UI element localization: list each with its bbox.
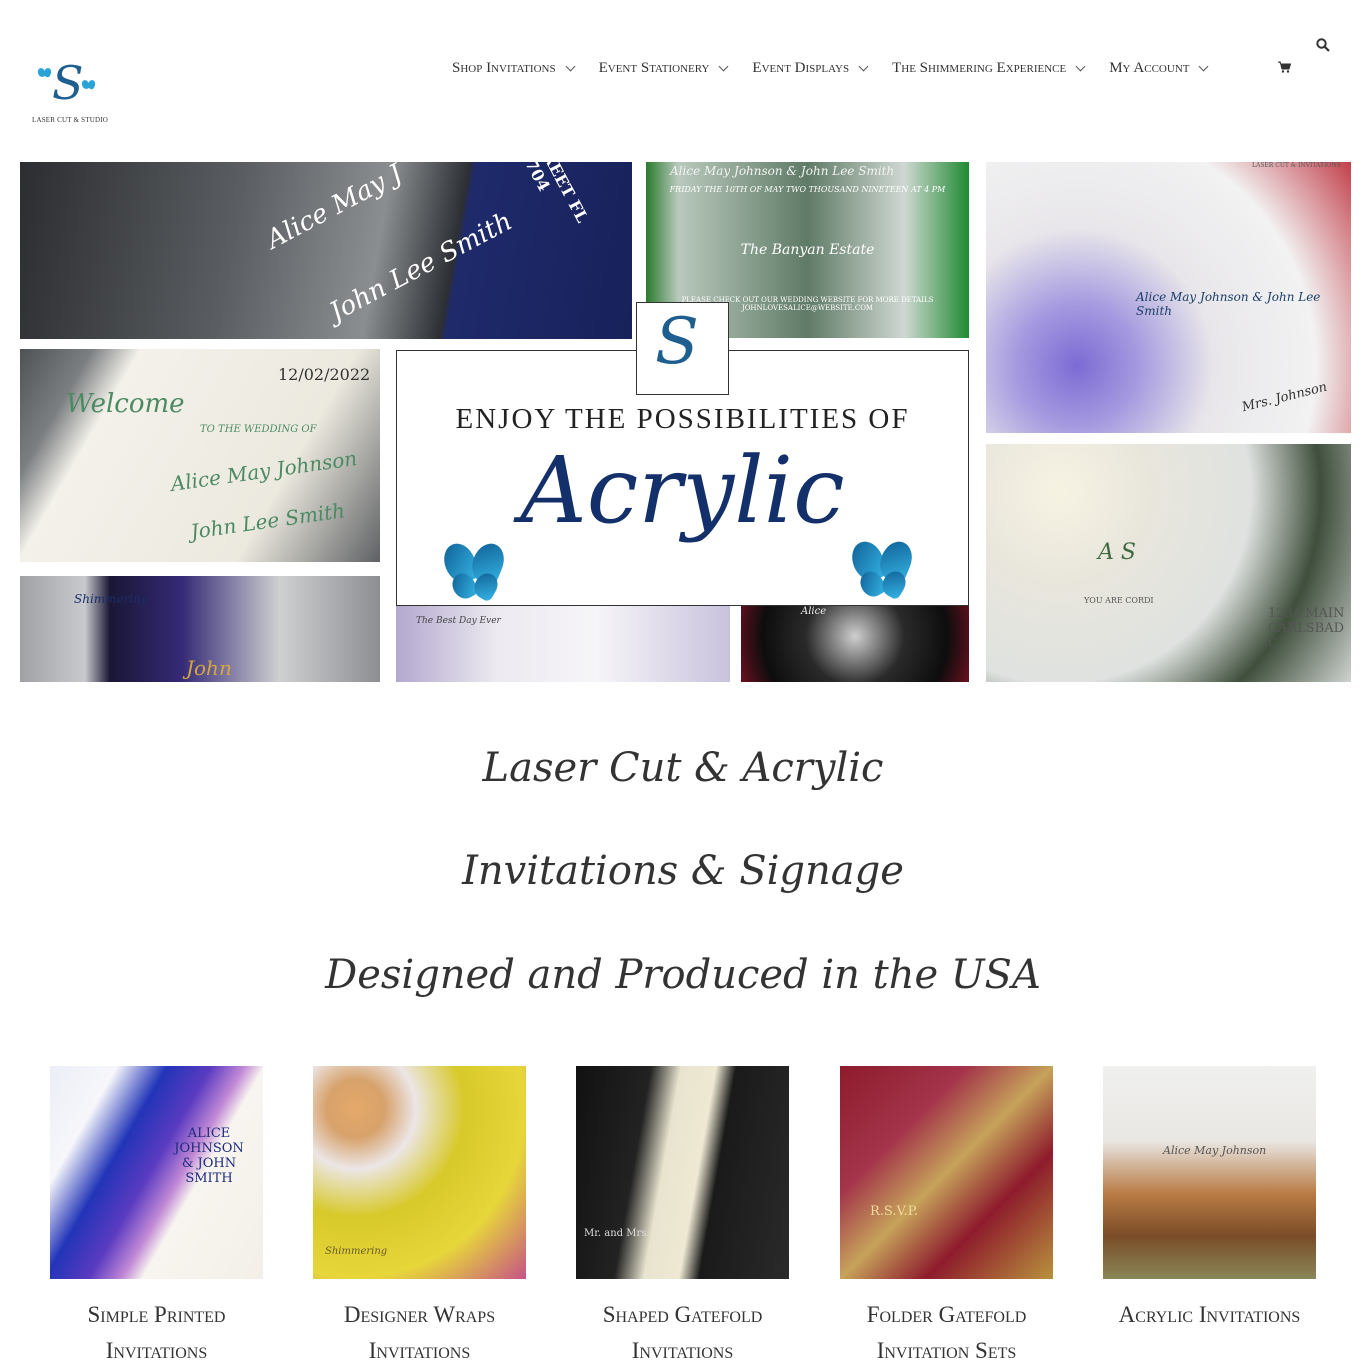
nav-event-displays[interactable]: Event Displays: [752, 59, 869, 77]
butterfly-icon: [80, 79, 97, 92]
collage-image-welcome-sign: Welcome 12/02/2022 TO THE WEDDING OF Ali…: [20, 349, 380, 562]
image-text: TO THE WEDDING OF: [200, 424, 317, 435]
image-text: Mr. and Mrs.: [584, 1228, 650, 1239]
image-text: Alice: [801, 606, 827, 617]
product-link[interactable]: Acrylic Invitations: [1103, 1297, 1316, 1333]
image-text: John Lee Smith: [189, 498, 347, 544]
collage-image-lantern-invitation: LASER CUT & INVITATIONS Alice May Johnso…: [986, 162, 1351, 433]
collage-image-skull-invitation: Alice: [741, 606, 969, 682]
main-navigation: Shop Invitations Event Stationery Event …: [452, 58, 1232, 78]
product-link[interactable]: Shaped Gatefold Invitations: [576, 1297, 789, 1369]
image-text: A S: [1098, 540, 1136, 565]
product-card-simple-printed: ALICE JOHNSON & JOHN SMITH Simple Printe…: [50, 1066, 263, 1369]
product-image[interactable]: R.S.V.P.: [840, 1066, 1053, 1279]
nav-shimmering-experience[interactable]: The Shimmering Experience: [892, 59, 1086, 77]
nav-label: My Account: [1109, 59, 1190, 76]
product-card-shaped-gatefold: Mr. and Mrs. Shaped Gatefold Invitations: [576, 1066, 789, 1369]
search-icon[interactable]: [1316, 38, 1330, 52]
product-card-designer-wraps: Shimmering Designer Wraps Invitations: [313, 1066, 526, 1369]
nav-label: The Shimmering Experience: [892, 59, 1067, 76]
nav-event-stationery[interactable]: Event Stationery: [598, 59, 729, 77]
nav-label: Shop Invitations: [452, 59, 556, 76]
product-card-acrylic: Alice May Johnson Acrylic Invitations: [1103, 1066, 1316, 1333]
image-text: Shimmering: [74, 592, 149, 606]
chevron-down-icon: [858, 61, 869, 71]
product-image[interactable]: Mr. and Mrs.: [576, 1066, 789, 1279]
tagline-made-in-usa: Designed and Produced in the USA: [325, 952, 1041, 998]
product-link[interactable]: Simple Printed Invitations: [50, 1297, 263, 1369]
image-text: John: [186, 656, 232, 680]
nav-label: Event Displays: [752, 59, 850, 76]
hero-logo-badge: S: [636, 302, 729, 395]
cart-icon[interactable]: [1278, 61, 1291, 73]
collage-image-eucalyptus-acrylic: A S YOU ARE CORDI 1234 MAIN CARLSBAD C: [986, 444, 1351, 682]
product-image[interactable]: ALICE JOHNSON & JOHN SMITH: [50, 1066, 263, 1279]
image-text: The Banyan Estate: [740, 242, 875, 258]
image-text: Mrs. Johnson: [1240, 379, 1329, 416]
product-link[interactable]: Folder Gatefold Invitation Sets: [840, 1297, 1053, 1369]
nav-my-account[interactable]: My Account: [1109, 59, 1209, 77]
site-logo[interactable]: S LASER CUT & STUDIO: [30, 56, 108, 126]
image-text: Alice May Johnson & John Lee Smith: [670, 164, 895, 178]
image-text: The Best Day Ever: [416, 616, 501, 626]
logo-monogram: S: [655, 305, 699, 379]
image-text: 12/02/2022: [278, 365, 371, 384]
image-text: ALICE JOHNSON & JOHN SMITH: [174, 1126, 244, 1186]
nav-shop-invitations[interactable]: Shop Invitations: [452, 59, 576, 77]
logo-monogram: S: [52, 56, 84, 110]
image-text: Shimmering: [325, 1246, 388, 1257]
image-text: John Lee Smith: [324, 206, 518, 328]
image-text: YOU ARE CORDI: [1084, 596, 1154, 605]
image-text: STREET FL 98704: [510, 162, 592, 226]
tagline-laser-cut: Laser Cut & Acrylic: [482, 745, 884, 791]
chevron-down-icon: [718, 61, 729, 71]
image-text: Alice May Johnson: [169, 446, 359, 496]
image-text: Welcome: [66, 389, 185, 419]
chevron-down-icon: [1199, 61, 1209, 71]
collage-image-galaxy-invitation: Shimmering John: [20, 576, 380, 682]
image-text: 1234 MAIN CARLSBAD C: [1268, 606, 1345, 651]
image-text: Alice May J: [261, 162, 408, 256]
logo-tagline: LASER CUT & STUDIO: [31, 116, 108, 124]
chevron-down-icon: [1075, 61, 1086, 71]
product-image[interactable]: Shimmering: [313, 1066, 526, 1279]
product-link[interactable]: Designer Wraps Invitations: [313, 1297, 526, 1369]
product-card-folder-gatefold: R.S.V.P. Folder Gatefold Invitation Sets: [840, 1066, 1053, 1369]
butterfly-icon: [438, 538, 510, 603]
image-text: Alice May Johnson & John Lee Smith: [1136, 290, 1321, 318]
butterfly-icon: [36, 67, 53, 80]
chevron-down-icon: [565, 61, 576, 71]
tagline-invitations-signage: Invitations & Signage: [462, 848, 904, 894]
collage-image-starry-acrylic: Alice May J John Lee Smith STREET FL 987…: [20, 162, 632, 339]
butterfly-icon: [846, 536, 918, 601]
hero-acrylic-script: Acrylic: [520, 437, 845, 544]
product-image[interactable]: Alice May Johnson: [1103, 1066, 1316, 1279]
image-text: R.S.V.P.: [870, 1204, 918, 1219]
image-text: LASER CUT & INVITATIONS: [1252, 162, 1341, 169]
image-text: Alice May Johnson: [1163, 1144, 1267, 1157]
collage-image-lavender-invitation: The Best Day Ever: [396, 606, 730, 682]
image-text: FRIDAY THE 10TH OF MAY TWO THOUSAND NINE…: [669, 185, 946, 194]
nav-label: Event Stationery: [598, 59, 710, 76]
hero-heading: ENJOY THE POSSIBILITIES OF: [455, 403, 910, 435]
